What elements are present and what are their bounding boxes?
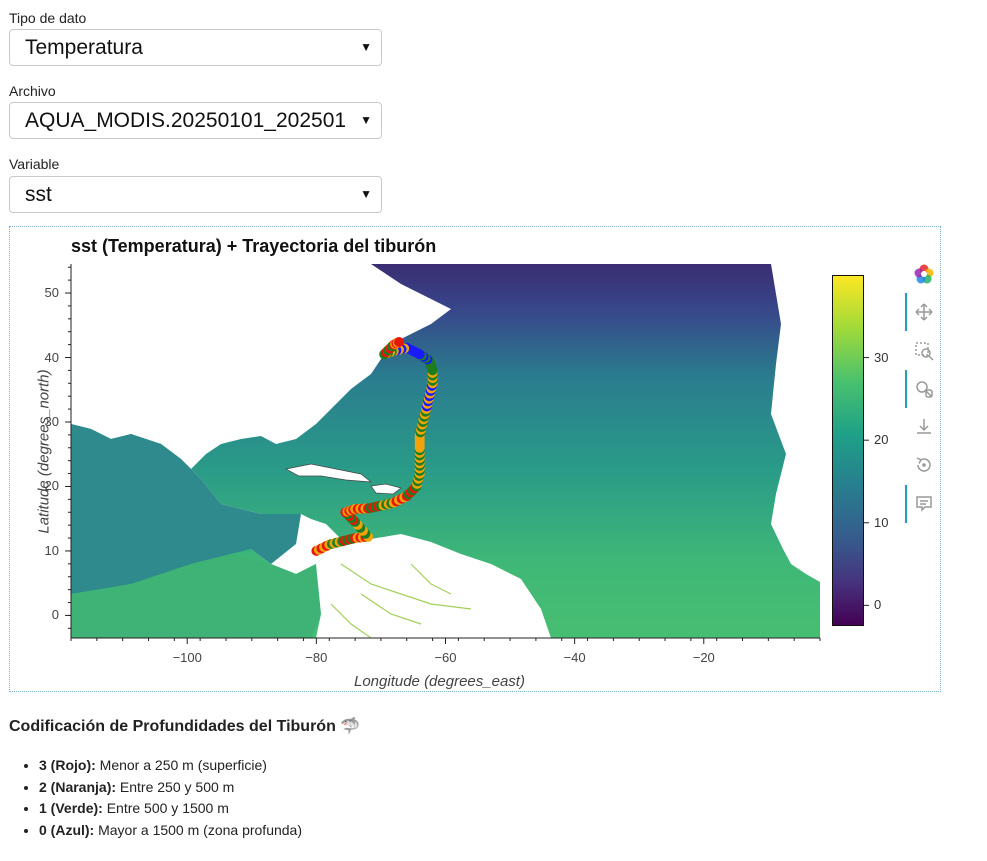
legend-text: Entre 500 y 1500 m xyxy=(106,800,229,816)
file-select[interactable]: AQUA_MODIS.20250101_202501 ▼ xyxy=(9,102,382,139)
depth-legend-list: 3 (Rojo): Menor a 250 m (superficie) 2 (… xyxy=(9,755,302,841)
legend-text: Mayor a 1500 m (zona profunda) xyxy=(98,821,302,838)
legend-title: Codificación de Profundidades del Tiburó… xyxy=(9,718,361,735)
x-tick-label: −80 xyxy=(305,650,328,665)
legend-item-1: 1 (Verde): Entre 500 y 1500 m xyxy=(39,798,302,820)
variable-label: Variable xyxy=(9,156,60,172)
y-axis-label: Latitude (degrees_north) xyxy=(35,369,53,534)
x-tick-label: −60 xyxy=(434,650,457,665)
y-tick-label: 50 xyxy=(44,285,59,301)
map-area[interactable] xyxy=(71,264,820,639)
legend-item-3: 3 (Rojo): Menor a 250 m (superficie) xyxy=(39,755,302,777)
save-icon[interactable] xyxy=(913,416,935,438)
colorbar-tick-label: 30 xyxy=(874,349,889,365)
y-tick-label: 30 xyxy=(44,413,59,429)
y-tick-label: 0 xyxy=(51,607,59,623)
plot-title: sst (Temperatura) + Trayectoria del tibu… xyxy=(71,236,437,256)
hover-icon[interactable] xyxy=(913,493,935,515)
track-point xyxy=(394,337,404,347)
x-tick-label: −40 xyxy=(563,650,586,665)
file-value: AQUA_MODIS.20250101_202501 xyxy=(25,109,347,132)
y-tick-label: 40 xyxy=(44,349,59,365)
chevron-down-icon: ▼ xyxy=(360,187,372,201)
legend-item-2: 2 (Naranja): Entre 250 y 500 m xyxy=(39,777,302,799)
legend-item-0: 0 (Azul): Mayor a 1500 m (zona profunda) xyxy=(39,820,302,842)
legend-code: 0 (Azul): xyxy=(39,821,95,838)
colorbar-tick-label: 20 xyxy=(874,432,889,448)
chevron-down-icon: ▼ xyxy=(360,40,372,54)
box-zoom-icon[interactable] xyxy=(913,340,935,362)
chevron-down-icon: ▼ xyxy=(360,113,372,127)
wheel-zoom-icon[interactable] xyxy=(913,378,935,400)
reset-icon[interactable] xyxy=(913,454,935,476)
colorbar-tick-label: 0 xyxy=(874,597,882,613)
pan-icon[interactable] xyxy=(913,301,935,323)
data-type-label: Tipo de dato xyxy=(9,10,87,26)
legend-text: Menor a 250 m (superficie) xyxy=(99,757,267,773)
y-tick-label: 10 xyxy=(44,542,59,558)
legend-code: 1 (Verde): xyxy=(39,800,103,816)
legend-text: Entre 250 y 500 m xyxy=(119,778,235,795)
variable-select[interactable]: sst ▼ xyxy=(9,176,382,213)
colorbar-tick-label: 10 xyxy=(874,514,889,530)
sst-map xyxy=(71,264,820,639)
legend-code: 3 (Rojo): xyxy=(39,757,96,773)
wheel-zoom-active-marker xyxy=(905,370,907,408)
variable-value: sst xyxy=(25,183,52,206)
bokeh-logo-icon[interactable] xyxy=(913,263,935,285)
file-label: Archivo xyxy=(9,83,56,99)
data-type-value: Temperatura xyxy=(25,36,143,59)
colorbar xyxy=(832,275,864,626)
x-tick-label: −100 xyxy=(172,650,202,665)
y-tick-label: 20 xyxy=(44,478,59,494)
data-type-select[interactable]: Temperatura ▼ xyxy=(9,29,382,66)
legend-code: 2 (Naranja): xyxy=(39,778,117,795)
hover-active-marker xyxy=(905,485,907,523)
pan-active-marker xyxy=(905,293,907,331)
x-axis-label: Longitude (degrees_east) xyxy=(354,673,525,690)
x-tick-label: −20 xyxy=(692,650,715,665)
